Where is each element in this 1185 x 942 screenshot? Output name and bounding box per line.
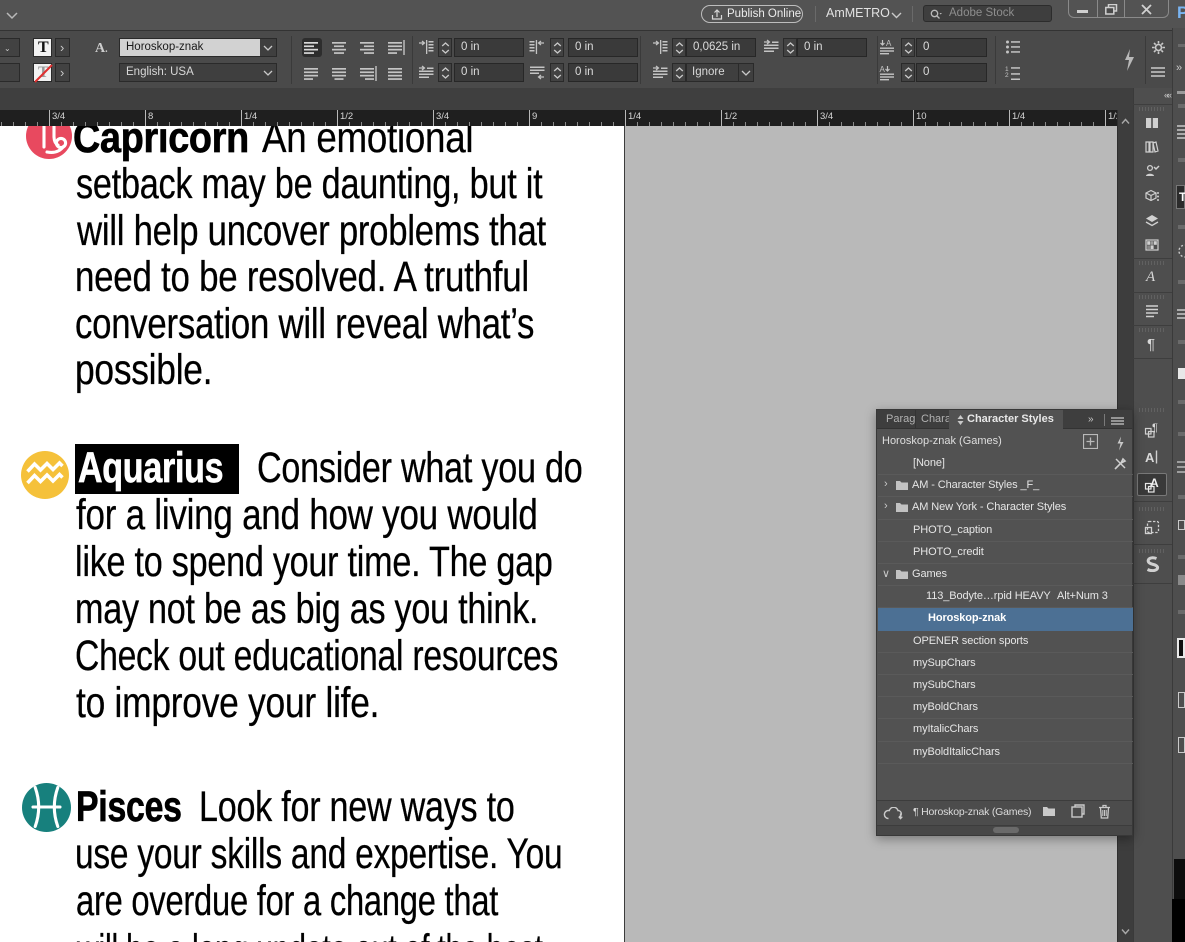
- svg-text:A: A: [1145, 450, 1155, 465]
- svg-text:¶: ¶: [1147, 336, 1155, 352]
- svg-text:¶: ¶: [1152, 422, 1158, 434]
- svg-text:A: A: [886, 39, 892, 48]
- svg-text:A: A: [1145, 269, 1156, 284]
- svg-text:A: A: [880, 65, 886, 74]
- svg-text:2: 2: [1005, 72, 1009, 79]
